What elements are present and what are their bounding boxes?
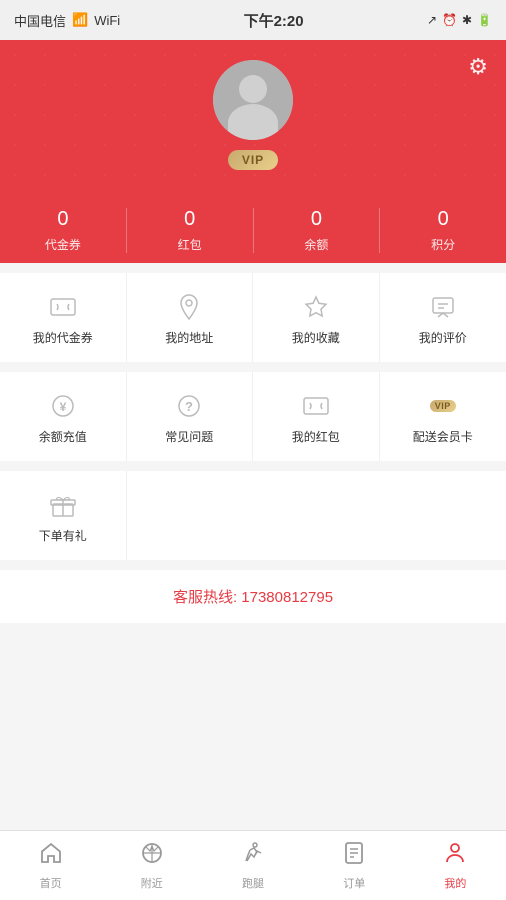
menu-my-voucher[interactable]: 我的代金券 <box>0 273 127 362</box>
nearby-icon <box>140 841 164 871</box>
menu-gift-order-label: 下单有礼 <box>39 527 87 544</box>
status-time: 下午2:20 <box>244 10 304 31</box>
avatar[interactable] <box>213 60 293 140</box>
status-bar: 中国电信 📶 WiFi 下午2:20 ↗ ⏰ ✱ 🔋 <box>0 0 506 40</box>
status-carrier: 中国电信 📶 WiFi <box>14 11 120 30</box>
status-icons: ↗ ⏰ ✱ 🔋 <box>427 13 492 27</box>
menu-section-2: ¥ 余额充值 ? 常见问题 我的红包 <box>0 372 506 461</box>
empty-slot-2 <box>253 471 380 560</box>
svg-text:?: ? <box>185 399 193 414</box>
nav-nearby[interactable]: 附近 <box>101 831 202 900</box>
favorites-icon <box>304 293 328 321</box>
orders-icon <box>342 841 366 871</box>
nav-orders-label: 订单 <box>343 875 365 891</box>
stat-balance[interactable]: 0 余额 <box>254 208 381 253</box>
svg-text:¥: ¥ <box>59 400 66 414</box>
vip-badge: VIP <box>228 150 278 170</box>
nav-orders[interactable]: 订单 <box>304 831 405 900</box>
menu-grid-2: ¥ 余额充值 ? 常见问题 我的红包 <box>0 372 506 461</box>
menu-my-favorites-label: 我的收藏 <box>292 329 340 346</box>
runner-icon <box>241 841 265 871</box>
voucher-icon <box>50 293 76 321</box>
menu-recharge[interactable]: ¥ 余额充值 <box>0 372 127 461</box>
menu-vip-card[interactable]: VIP 配送会员卡 <box>380 372 506 461</box>
menu-section-3: 下单有礼 <box>0 471 506 560</box>
nav-home[interactable]: 首页 <box>0 831 101 900</box>
stat-points[interactable]: 0 积分 <box>380 208 506 253</box>
hotline-text[interactable]: 客服热线: 17380812795 <box>173 589 333 606</box>
empty-slot-3 <box>380 471 506 560</box>
address-icon <box>178 293 200 321</box>
reviews-icon <box>431 293 455 321</box>
menu-grid-1: 我的代金券 我的地址 我的收藏 <box>0 273 506 362</box>
menu-my-address[interactable]: 我的地址 <box>127 273 254 362</box>
bottom-nav: 首页 附近 跑腿 <box>0 830 506 900</box>
settings-icon[interactable]: ⚙ <box>468 54 488 80</box>
nav-nearby-label: 附近 <box>141 875 163 891</box>
menu-grid-3: 下单有礼 <box>0 471 506 560</box>
menu-my-address-label: 我的地址 <box>165 329 213 346</box>
menu-section-1: 我的代金券 我的地址 我的收藏 <box>0 273 506 362</box>
faq-icon: ? <box>177 392 201 420</box>
profile-section: ⚙ VIP <box>0 40 506 190</box>
menu-my-reviews[interactable]: 我的评价 <box>380 273 506 362</box>
menu-my-reviews-label: 我的评价 <box>419 329 467 346</box>
home-icon <box>39 841 63 871</box>
nav-mine[interactable]: 我的 <box>405 831 506 900</box>
stat-voucher[interactable]: 0 代金券 <box>0 208 127 253</box>
hotline-section: 客服热线: 17380812795 <box>0 570 506 623</box>
stat-redpack[interactable]: 0 红包 <box>127 208 254 253</box>
nav-runner[interactable]: 跑腿 <box>202 831 303 900</box>
menu-my-redpack-label: 我的红包 <box>292 428 340 445</box>
menu-faq-label: 常见问题 <box>165 428 213 445</box>
nav-runner-label: 跑腿 <box>242 875 264 891</box>
vip-card-icon: VIP <box>430 392 456 420</box>
gift-icon <box>50 491 76 519</box>
recharge-icon: ¥ <box>51 392 75 420</box>
menu-my-favorites[interactable]: 我的收藏 <box>253 273 380 362</box>
menu-vip-card-label: 配送会员卡 <box>413 428 473 445</box>
stats-row: 0 代金券 0 红包 0 余额 0 积分 <box>0 190 506 263</box>
menu-faq[interactable]: ? 常见问题 <box>127 372 254 461</box>
empty-slot-1 <box>127 471 254 560</box>
nav-home-label: 首页 <box>40 875 62 891</box>
menu-recharge-label: 余额充值 <box>39 428 87 445</box>
redpack-icon <box>303 392 329 420</box>
nav-mine-label: 我的 <box>444 875 466 891</box>
menu-my-voucher-label: 我的代金券 <box>33 329 93 346</box>
mine-icon <box>443 841 467 871</box>
menu-gift-order[interactable]: 下单有礼 <box>0 471 127 560</box>
menu-my-redpack[interactable]: 我的红包 <box>253 372 380 461</box>
